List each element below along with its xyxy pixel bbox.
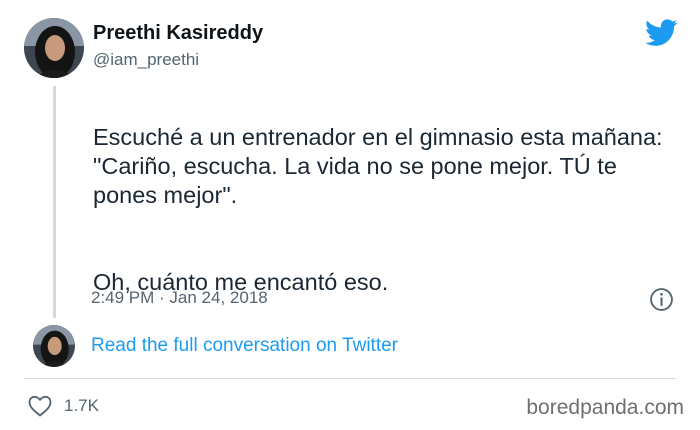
author-handle[interactable]: @iam_preethi: [93, 50, 199, 70]
divider: [24, 378, 676, 379]
thread-line: [53, 86, 56, 318]
tweet-paragraph: Escuché a un entrenador en el gimnasio e…: [93, 124, 663, 208]
twitter-bird-icon[interactable]: [645, 18, 678, 48]
tweet-timestamp[interactable]: 2:49 PM · Jan 24, 2018: [91, 288, 268, 308]
like-count: 1.7K: [64, 396, 99, 415]
avatar-image: [24, 18, 84, 78]
read-conversation-link[interactable]: Read the full conversation on Twitter: [91, 335, 398, 357]
conversation-avatar[interactable]: [33, 325, 75, 367]
avatar-image: [33, 325, 75, 367]
watermark: boredpanda.com: [526, 396, 684, 419]
info-icon[interactable]: [649, 287, 674, 312]
heart-icon: [28, 395, 52, 417]
author-name[interactable]: Preethi Kasireddy: [93, 22, 263, 45]
author-avatar[interactable]: [24, 18, 84, 78]
like-button[interactable]: 1.7K: [28, 395, 99, 417]
